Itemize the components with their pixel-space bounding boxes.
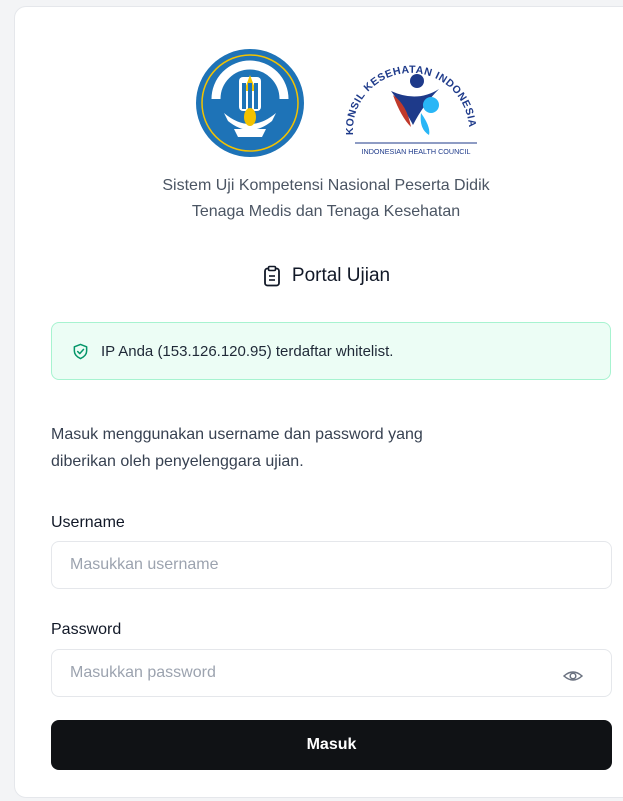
kki-subtitle: INDONESIAN HEALTH COUNCIL [362, 147, 471, 156]
shield-check-icon [73, 343, 88, 359]
system-subtitle: Sistem Uji Kompetensi Nasional Peserta D… [15, 173, 623, 225]
whitelist-alert: IP Anda (153.126.120.95) terdaftar white… [51, 322, 611, 380]
subtitle-line-2: Tenaga Medis dan Tenaga Kesehatan [191, 203, 461, 220]
clipboard-icon [263, 265, 280, 287]
login-instructions: Masuk menggunakan username dan password … [51, 421, 591, 475]
login-card: KONSIL KESEHATAN INDONESIA INDONESIAN HE… [14, 6, 623, 798]
password-input[interactable] [51, 649, 612, 697]
kki-logo: KONSIL KESEHATAN INDONESIA INDONESIAN HE… [344, 64, 478, 156]
portal-title: Portal Ujian [291, 265, 391, 286]
instructions-line-2: diberikan oleh penyelenggara ujian. [51, 453, 304, 470]
username-input[interactable] [51, 541, 612, 589]
instructions-line-1: Masuk menggunakan username dan password … [51, 426, 423, 443]
kemdikbud-logo [196, 49, 304, 157]
password-label: Password [51, 621, 122, 638]
subtitle-line-1: Sistem Uji Kompetensi Nasional Peserta D… [162, 177, 490, 194]
alert-text: IP Anda (153.126.120.95) terdaftar white… [101, 342, 394, 360]
portal-heading: Portal Ujian [15, 261, 623, 291]
show-password-eye-icon[interactable] [563, 669, 583, 683]
username-label: Username [51, 514, 125, 531]
login-button[interactable]: Masuk [51, 720, 612, 770]
logos-row: KONSIL KESEHATAN INDONESIA INDONESIAN HE… [181, 43, 491, 161]
